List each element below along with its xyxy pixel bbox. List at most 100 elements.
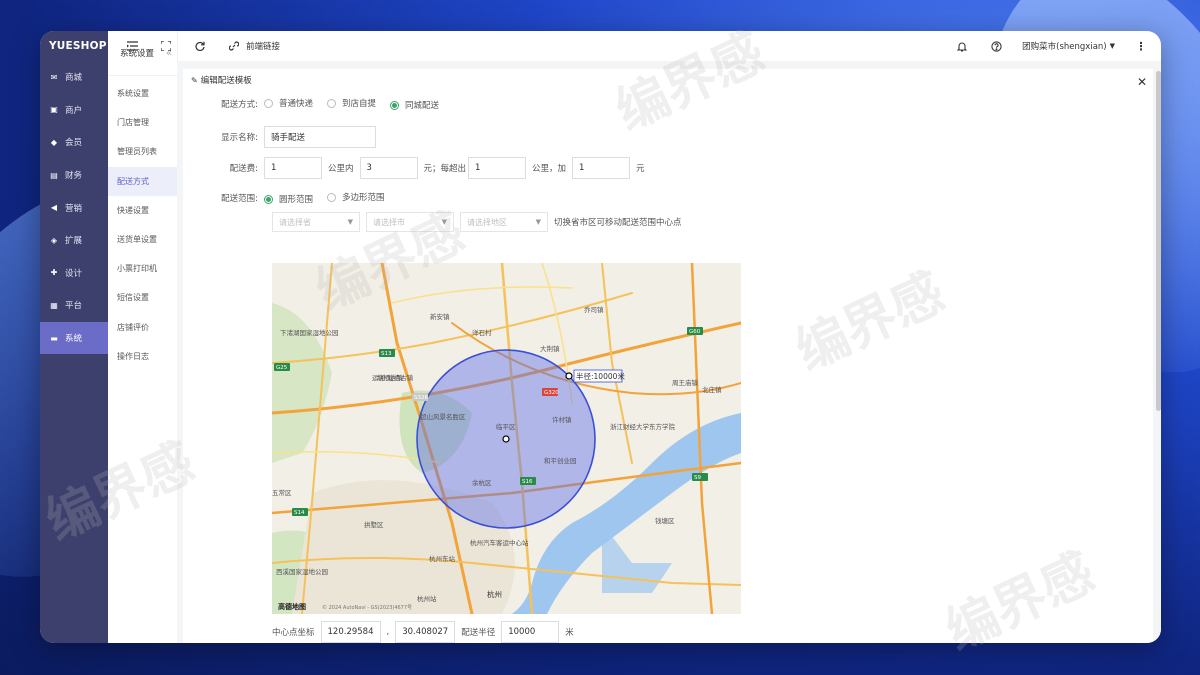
map-place-label: 杭州汽车客运中心站 <box>470 538 529 547</box>
main-content: ✎ 编辑配送模板 ✕ 配送方式: 普通快递 到店自提 同城配送 显示名称: 配送费:… <box>177 61 1161 643</box>
chevron-down-icon: ▼ <box>347 218 353 226</box>
brand-logo: YUESHOP <box>49 40 107 52</box>
nav-item[interactable]: ◀ 营销 <box>40 191 108 224</box>
subnav-item[interactable]: 快递设置 <box>108 196 177 225</box>
nav-item-label: 会员 <box>65 138 83 149</box>
member-icon: ◆ <box>50 137 58 147</box>
map-canvas[interactable]: 半径:10000米 杭州 余杭区 临平区和平创业园 浙江财经大学东方学院杭州汽车客运中… <box>272 263 741 614</box>
radio-circle <box>390 100 400 110</box>
road-shield: G320 <box>542 388 559 396</box>
grid-icon: ▦ <box>50 300 58 310</box>
range-row: 配送范围: 圆形范围 多边形范围 <box>183 190 399 206</box>
coords-comma: , <box>386 627 390 637</box>
radio-label: 多边形范围 <box>342 193 385 203</box>
longitude-input[interactable] <box>320 621 381 643</box>
menu-toggle-icon[interactable] <box>124 38 140 54</box>
front-link-button[interactable]: 前端链接 <box>226 38 280 54</box>
subnav-item[interactable]: 配送方式 <box>108 166 177 196</box>
secondary-sidebar: 系统设置 « 系统设置 门店管理 管理员列表 配送方式 快递设置 送货单设置 小票打印机 短信… <box>108 31 178 643</box>
system-icon: ▬ <box>50 333 58 343</box>
road-shield-label: G25 <box>276 365 288 371</box>
nav-item-label: 财务 <box>65 171 83 182</box>
center-coords-row: 中心点坐标 , 配送半径 米 <box>272 621 580 643</box>
more-vertical-icon[interactable]: ⋮ <box>1133 38 1149 54</box>
radius-input[interactable] <box>501 621 560 643</box>
nav-item[interactable]: ◆ 会员 <box>40 126 108 159</box>
fee-extra-km-input[interactable] <box>468 157 527 179</box>
nav-item[interactable]: ✉ 商城 <box>40 61 108 94</box>
road-shield-label: S326 <box>414 395 428 401</box>
district-select[interactable]: 请选择地区 ▼ <box>460 212 548 232</box>
panel-header: ✎ 编辑配送模板 <box>183 69 1153 91</box>
map-place-label: 浙江财经大学东方学院 <box>610 422 676 431</box>
nav-item[interactable]: ◈ 扩展 <box>40 224 108 257</box>
province-select[interactable]: 请选择省 ▼ <box>272 212 360 232</box>
subnav-item[interactable]: 操作日志 <box>108 342 177 371</box>
radio-label: 普通快递 <box>279 99 314 109</box>
nav-item[interactable]: ▤ 财务 <box>40 159 108 192</box>
road-shield-label: S13 <box>381 351 392 357</box>
subnav-item[interactable]: 管理员列表 <box>108 137 177 166</box>
range-type-radio[interactable]: 多边形范围 <box>327 191 385 203</box>
range-type-radio[interactable]: 圆形范围 <box>264 193 313 205</box>
road-shield-label: S9 <box>694 475 701 481</box>
radio-circle <box>264 194 273 204</box>
radio-circle <box>264 98 273 108</box>
fee-km-input[interactable] <box>359 157 418 179</box>
delivery-method-row: 配送方式: 普通快递 到店自提 同城配送 <box>183 96 453 112</box>
latitude-input[interactable] <box>395 621 456 643</box>
refresh-icon[interactable] <box>192 38 208 54</box>
radius-label: 配送半径 <box>461 628 496 638</box>
subnav-item[interactable]: 短信设置 <box>108 283 177 312</box>
vertical-scrollbar[interactable] <box>1156 71 1161 411</box>
delivery-method-radio[interactable]: 普通快递 <box>264 97 313 109</box>
map-place-label: 洋石村 <box>472 328 492 337</box>
fee-base-input[interactable] <box>264 157 322 179</box>
range-label: 配送范围: <box>221 194 258 204</box>
nav-item[interactable]: ▣ 商户 <box>40 94 108 127</box>
user-menu[interactable]: 团购菜市(shengxian) ▼ <box>1022 40 1115 52</box>
display-name-input[interactable] <box>264 126 376 148</box>
map-place-label: 北庄镇 <box>702 385 722 394</box>
fee-text-add: 公里，加 <box>532 164 567 174</box>
map-place-label: 余杭区 <box>472 478 492 487</box>
pencil-icon: ✎ <box>191 75 198 85</box>
map-place-label: 下渚湖国家湿地公园 <box>280 328 339 337</box>
nav-item-label: 商户 <box>65 105 83 116</box>
nav-item[interactable]: ✚ 设计 <box>40 257 108 290</box>
bell-icon[interactable] <box>954 38 970 54</box>
road-shield: S326 <box>412 393 428 401</box>
map-place-label: 和平创业园 <box>544 456 577 465</box>
cube-icon: ◈ <box>50 235 58 245</box>
fee-extra-input[interactable] <box>572 157 631 179</box>
fee-text-within: 公里内 <box>328 164 354 174</box>
fullscreen-icon[interactable] <box>158 38 174 54</box>
map-place-label: 钱塘区 <box>655 516 675 525</box>
subnav-item[interactable]: 小票打印机 <box>108 254 177 283</box>
subnav-item[interactable]: 系统设置 <box>108 79 177 108</box>
subnav-item[interactable]: 送货单设置 <box>108 225 177 254</box>
nav-item-label: 扩展 <box>65 236 83 247</box>
delivery-method-radio[interactable]: 到店自提 <box>327 97 376 109</box>
nav-item[interactable]: ▬ 系统 <box>40 321 108 355</box>
map-place-label: 许村镇 <box>552 415 572 424</box>
city-select[interactable]: 请选择市 ▼ <box>366 212 454 232</box>
delivery-method-radio[interactable]: 同城配送 <box>390 99 439 111</box>
help-icon[interactable] <box>988 38 1004 54</box>
close-icon[interactable]: ✕ <box>1137 75 1147 89</box>
map-place-label: 五常区 <box>272 488 292 497</box>
subnav-item[interactable]: 门店管理 <box>108 108 177 137</box>
city-placeholder: 请选择市 <box>373 217 405 227</box>
subnav-item[interactable]: 店铺评价 <box>108 313 177 342</box>
road-shield-label: S14 <box>294 510 305 516</box>
chevron-down-icon: ▼ <box>535 218 541 226</box>
nav-item-label: 商城 <box>65 73 83 84</box>
nav-item[interactable]: ▦ 平台 <box>40 289 108 322</box>
radius-handle[interactable] <box>565 372 573 380</box>
radio-circle <box>327 98 337 108</box>
map-place-label: 新安镇 <box>430 312 450 321</box>
road-shield: S16 <box>520 477 536 485</box>
map-place-label: 运河·塘栖古镇 <box>372 373 414 382</box>
delivery-map[interactable]: 半径:10000米 杭州 余杭区 临平区 和平创业园 浙江财经大学东方学院 杭州汽车客运中… <box>272 263 741 614</box>
shop-icon: ▣ <box>50 105 58 115</box>
